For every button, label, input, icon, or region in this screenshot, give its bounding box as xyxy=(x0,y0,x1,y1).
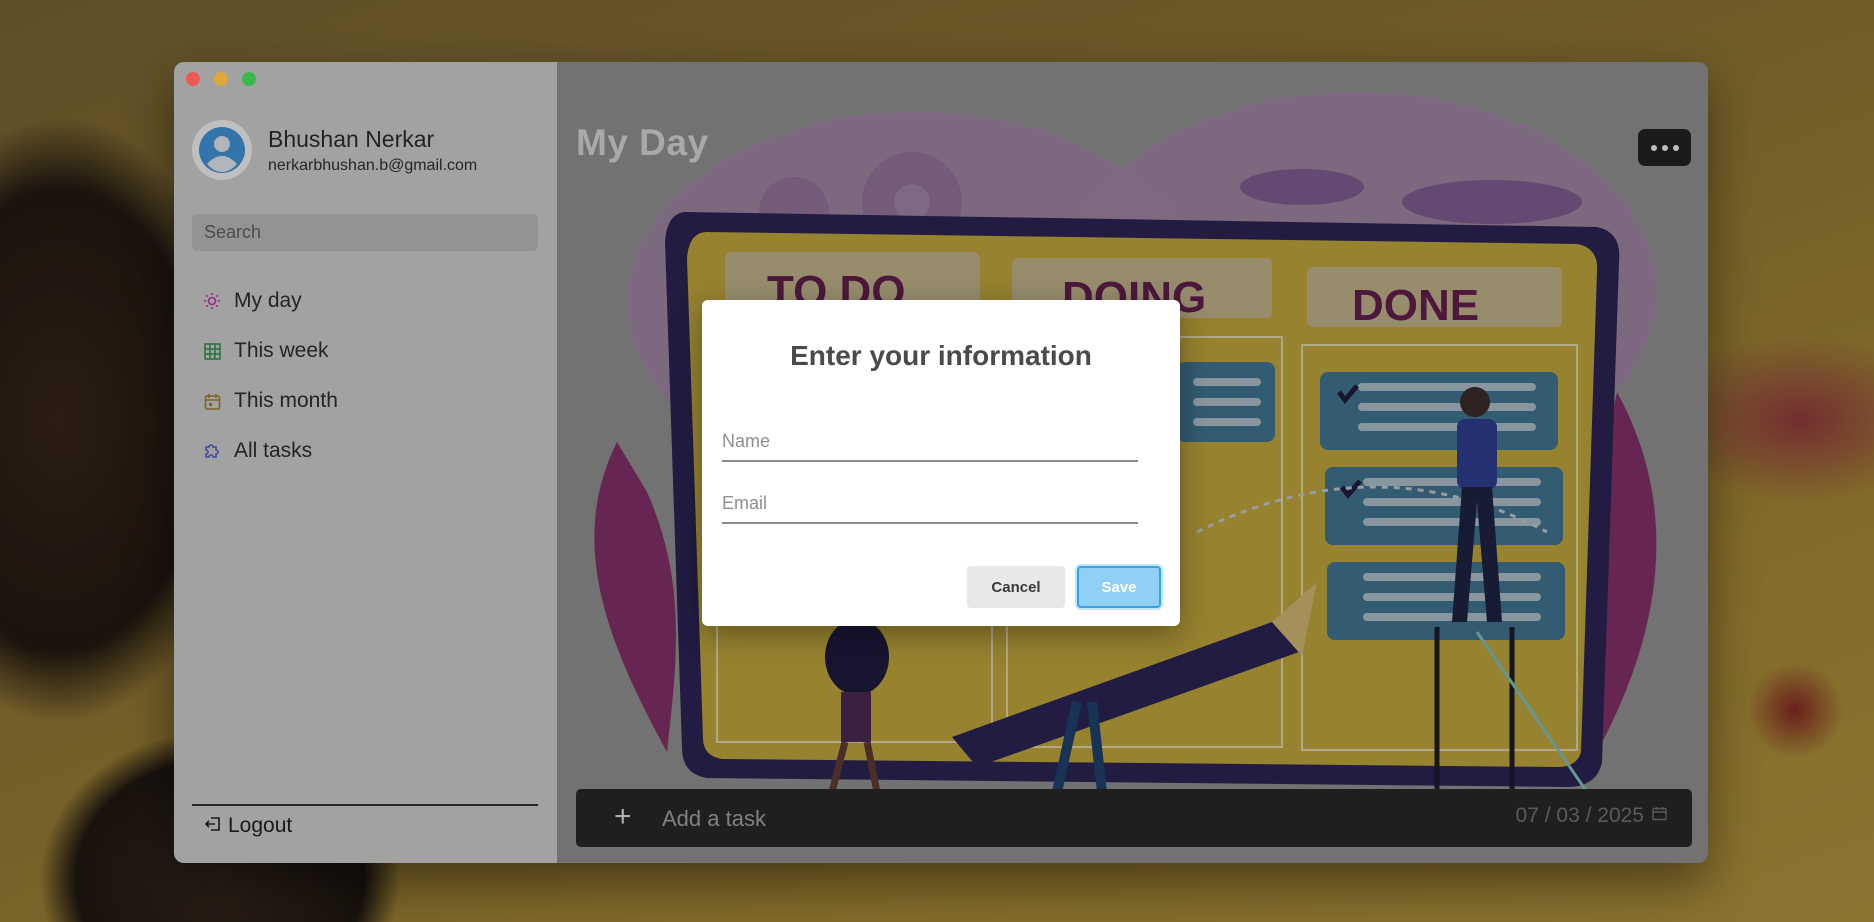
window-controls xyxy=(186,72,256,86)
name-field[interactable] xyxy=(722,422,1138,462)
user-info-dialog: Enter your information Cancel Save xyxy=(702,300,1180,626)
close-window-button[interactable] xyxy=(186,72,200,86)
dialog-title: Enter your information xyxy=(790,340,1092,371)
email-field[interactable] xyxy=(722,484,1138,524)
cancel-button[interactable]: Cancel xyxy=(967,566,1065,608)
save-button[interactable]: Save xyxy=(1077,566,1161,608)
minimize-window-button[interactable] xyxy=(214,72,228,86)
maximize-window-button[interactable] xyxy=(242,72,256,86)
